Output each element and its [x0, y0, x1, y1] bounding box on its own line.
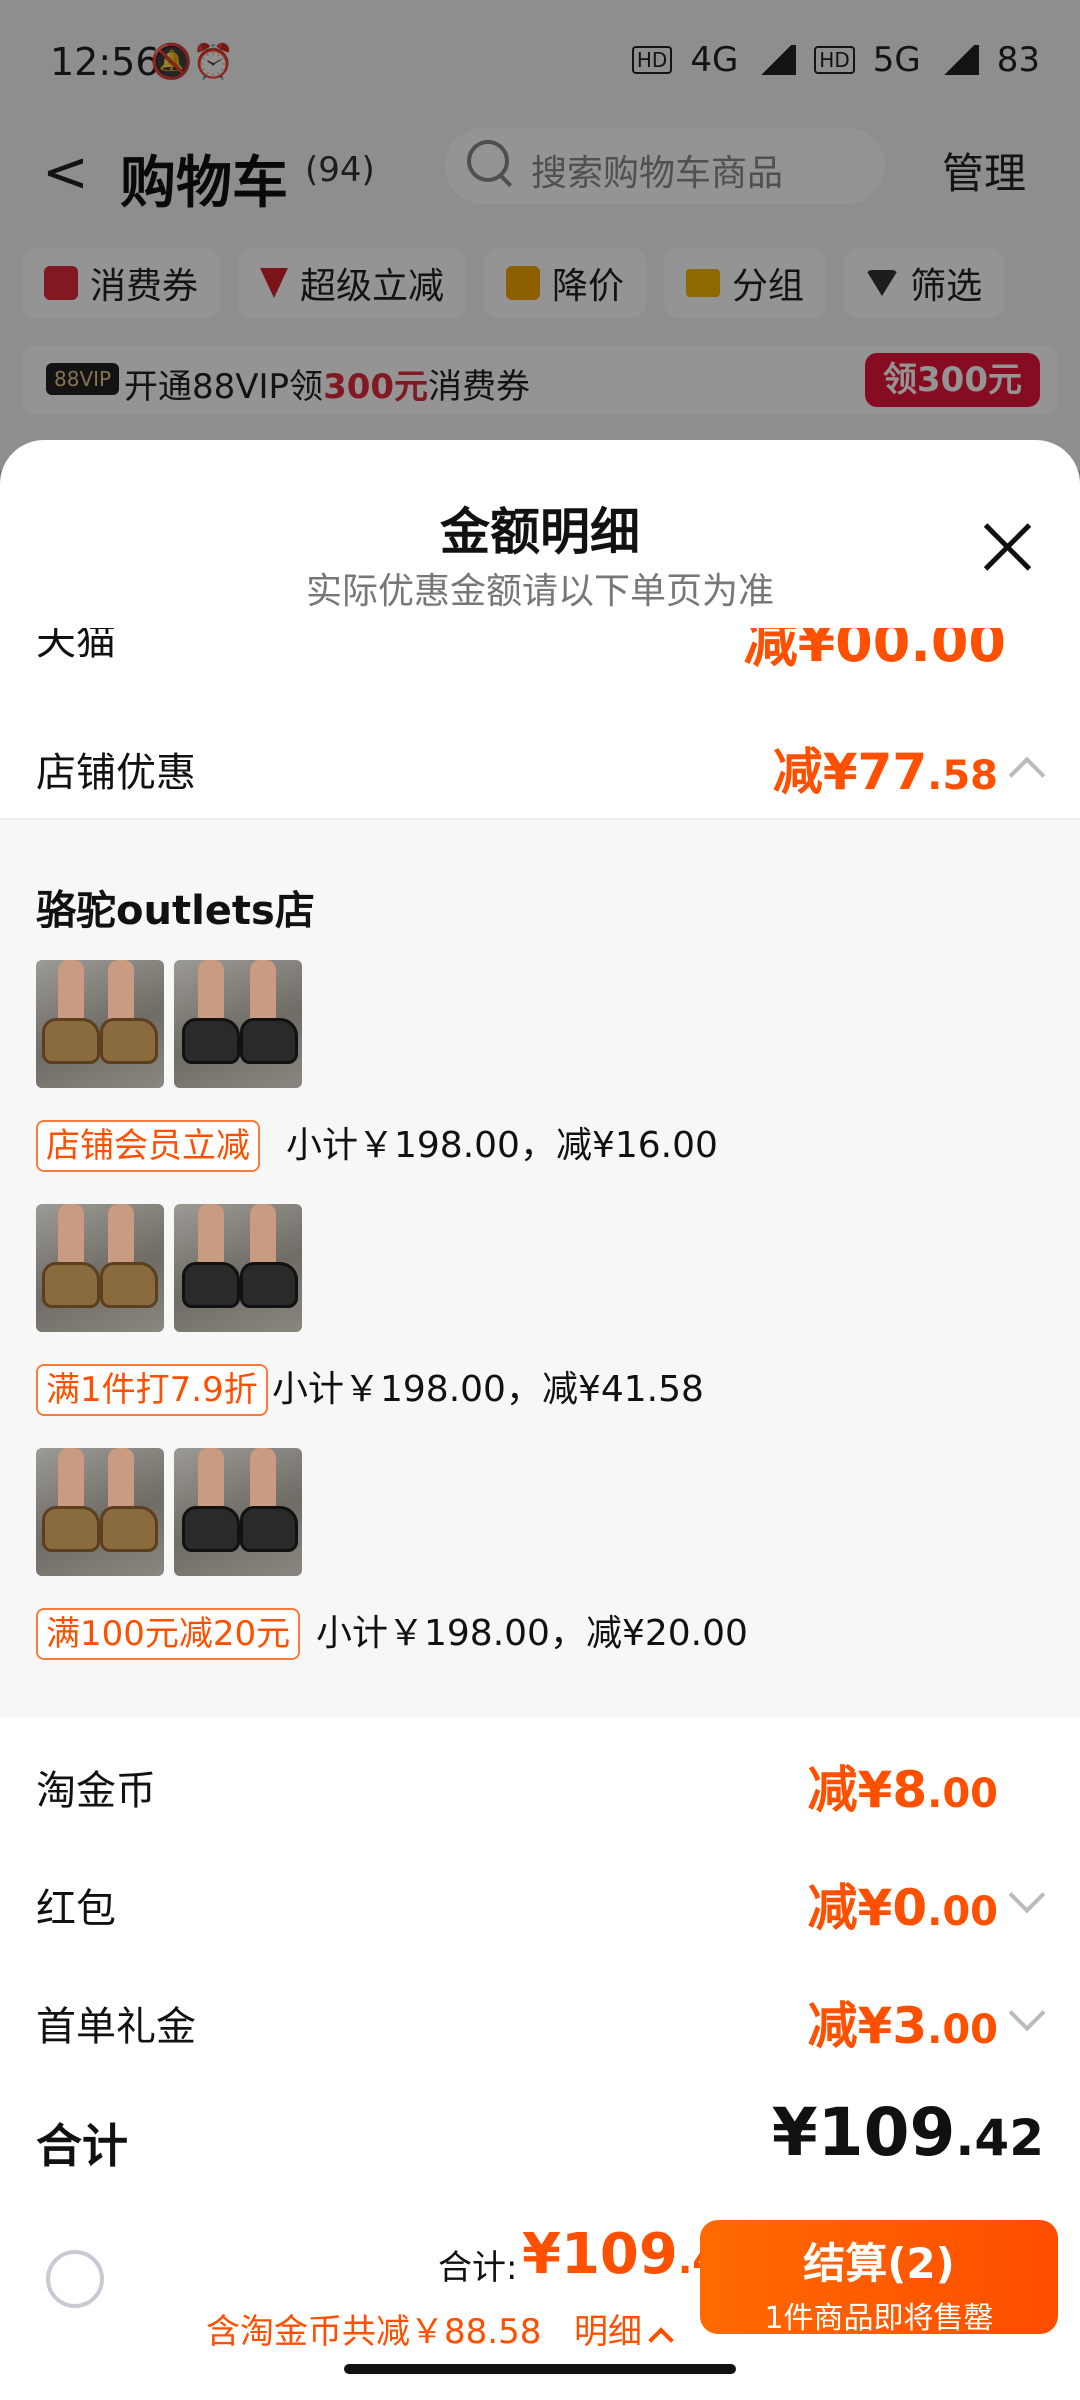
discount-summary: 含淘金币共减￥88.58 — [206, 2312, 542, 2352]
total-row: 合计 ¥109.42 — [36, 2094, 1044, 2200]
product-thumbnail[interactable] — [36, 1204, 164, 1332]
sheet-subtitle: 实际优惠金额请以下单页为准 — [305, 571, 774, 612]
amount-main: 减¥77 — [772, 743, 928, 801]
promo-group: 满100元减20元 小计￥198.00，减¥20.00 — [36, 1448, 1046, 1660]
checkout-label: 结算(2) — [803, 2239, 955, 2288]
chevron-down-icon[interactable] — [1008, 1876, 1046, 1914]
product-thumbnail[interactable] — [36, 960, 164, 1088]
clipped-row-amount: 减¥00.00 — [743, 628, 1006, 668]
total-amount: ¥109.42 — [772, 2094, 1044, 2171]
amount-main: 减¥3 — [807, 1997, 928, 2055]
chevron-down-icon[interactable] — [1008, 1994, 1046, 2032]
shop-discount-row[interactable]: 店铺优惠 减¥77.58 — [36, 740, 1046, 810]
dim-overlay[interactable] — [0, 0, 1080, 470]
product-thumbnail[interactable] — [174, 1448, 302, 1576]
hongbao-amount: 减¥0.00 — [808, 1868, 998, 1940]
promo-group: 店铺会员立减 小计￥198.00，减¥16.00 — [36, 960, 1046, 1172]
cart-page-background: 12:56 🔕⏰ HD 4G HD 5G 83 < 购物车 (94) 搜索购物车… — [0, 0, 1080, 470]
checkout-button[interactable]: 结算(2) 1件商品即将售罄 — [700, 2220, 1058, 2336]
shop-discount-label: 店铺优惠 — [36, 750, 196, 796]
store-name: 骆驼outlets店 — [36, 888, 315, 934]
checkout-bar: 合计: ¥109.42 含淘金币共减￥88.58 明细 结算(2) 1件商品即将… — [0, 2200, 1080, 2400]
taojinbi-amount: 减¥8.00 — [808, 1750, 998, 1822]
group-subtotal: 小计￥198.00，减¥16.00 — [286, 1125, 718, 1166]
hongbao-label: 红包 — [36, 1886, 116, 1932]
group-subtotal: 小计￥198.00，减¥41.58 — [272, 1369, 704, 1410]
chevron-up-icon — [648, 2327, 674, 2353]
product-thumbnail[interactable] — [174, 1204, 302, 1332]
group-subtotal: 小计￥198.00，减¥20.00 — [316, 1613, 748, 1654]
amount-decimal: .00 — [927, 2007, 998, 2053]
clipped-row-label: 天猫 — [36, 628, 116, 664]
first-order-label: 首单礼金 — [36, 2004, 196, 2050]
sheet-title: 金额明细 — [440, 503, 640, 561]
detail-toggle[interactable]: 明细 — [574, 2304, 674, 2353]
amount-decimal: .58 — [927, 753, 998, 799]
amount-decimal: .42 — [955, 2109, 1044, 2167]
amount-main: 减¥8 — [807, 1761, 928, 1819]
amount-decimal: .00 — [927, 1771, 998, 1817]
amount-detail-sheet: 金额明细 实际优惠金额请以下单页为准 天猫 减¥00.00 店铺优惠 减¥77.… — [0, 440, 1080, 2400]
taojinbi-row: 淘金币 减¥8.00 — [36, 1758, 1044, 1828]
clipped-row: 天猫 减¥00.00 — [36, 628, 1044, 668]
promo-tag: 满100元减20元 — [36, 1608, 301, 1660]
chevron-up-icon[interactable] — [1008, 756, 1046, 794]
hongbao-row[interactable]: 红包 减¥0.00 — [36, 1876, 1046, 1946]
bar-total-label: 合计: — [438, 2248, 518, 2288]
shop-discount-amount: 减¥77.58 — [773, 732, 998, 804]
store-breakdown: 骆驼outlets店 店铺会员立减 小计￥198.00，减¥16.00 满1件打… — [0, 820, 1080, 1718]
checkout-sublabel: 1件商品即将售罄 — [764, 2301, 994, 2336]
amount-main: ¥109 — [522, 2222, 678, 2287]
select-all-checkbox[interactable] — [46, 2250, 104, 2308]
home-indicator[interactable] — [344, 2364, 736, 2374]
product-thumbnail[interactable] — [36, 1448, 164, 1576]
product-thumbnail[interactable] — [174, 960, 302, 1088]
taojinbi-label: 淘金币 — [36, 1768, 156, 1814]
amount-main: ¥109 — [771, 2094, 956, 2171]
amount-main: 减¥0 — [807, 1879, 928, 1937]
detail-label: 明细 — [574, 2312, 642, 2352]
total-label: 合计 — [36, 2119, 128, 2173]
first-order-row[interactable]: 首单礼金 减¥3.00 — [36, 1994, 1046, 2064]
promo-group: 满1件打7.9折 小计￥198.00，减¥41.58 — [36, 1204, 1046, 1416]
amount-decimal: .00 — [927, 1889, 998, 1935]
promo-tag: 店铺会员立减 — [36, 1120, 260, 1172]
close-icon[interactable] — [982, 522, 1032, 572]
first-order-amount: 减¥3.00 — [808, 1986, 998, 2058]
promo-tag: 满1件打7.9折 — [36, 1364, 268, 1416]
